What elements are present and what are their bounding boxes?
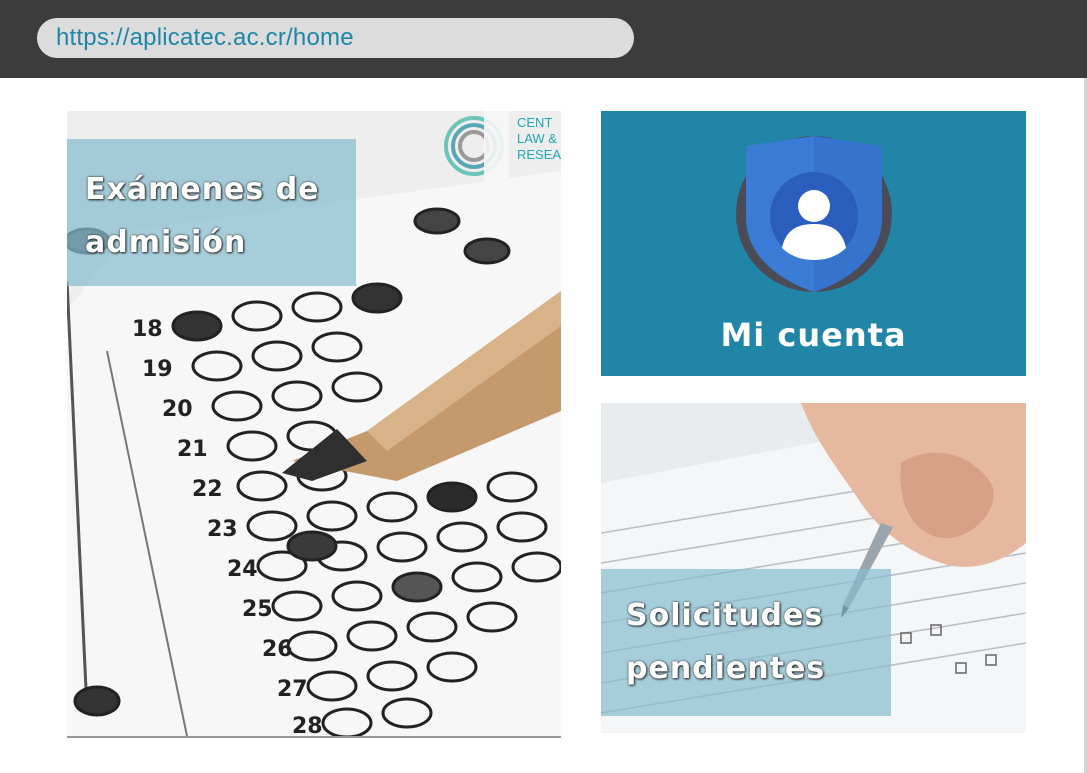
url-text[interactable]: https://aplicatec.ac.cr/home: [56, 24, 354, 52]
svg-text:22: 22: [192, 477, 223, 502]
address-bar[interactable]: https://aplicatec.ac.cr/home: [37, 18, 634, 58]
logo-line: RESEA: [517, 147, 561, 162]
account-title[interactable]: Mi cuenta: [601, 316, 1026, 354]
browser-toolbar: https://aplicatec.ac.cr/home: [0, 0, 1087, 78]
svg-text:24: 24: [227, 557, 258, 582]
exams-card[interactable]: 18 19 20 21 22 23 24 25 26 27 28 CENT LA…: [67, 111, 561, 738]
logo-text: CENT LAW & RESEA: [517, 115, 561, 163]
svg-text:18: 18: [132, 317, 163, 342]
svg-text:19: 19: [142, 357, 173, 382]
svg-text:25: 25: [242, 597, 273, 622]
account-card[interactable]: Mi cuenta: [601, 111, 1026, 376]
svg-text:26: 26: [262, 637, 293, 662]
exams-label[interactable]: Exámenes de admisión: [67, 139, 356, 286]
svg-text:20: 20: [162, 397, 193, 422]
requests-label[interactable]: Solicitudes pendientes: [601, 569, 891, 716]
logo-icon: [444, 111, 509, 181]
svg-text:27: 27: [277, 677, 308, 702]
requests-title-line1[interactable]: Solicitudes: [626, 589, 891, 642]
logo-line: LAW &: [517, 131, 557, 146]
exams-title-line2[interactable]: admisión: [85, 216, 356, 269]
user-shield-icon: [736, 136, 892, 292]
requests-title-line2[interactable]: pendientes: [626, 642, 891, 695]
svg-text:23: 23: [207, 517, 238, 542]
svg-text:21: 21: [177, 437, 208, 462]
svg-text:28: 28: [292, 714, 323, 736]
requests-card[interactable]: Solicitudes pendientes: [601, 403, 1026, 733]
exams-title-line1[interactable]: Exámenes de: [85, 163, 356, 216]
logo-line: CENT: [517, 115, 553, 130]
